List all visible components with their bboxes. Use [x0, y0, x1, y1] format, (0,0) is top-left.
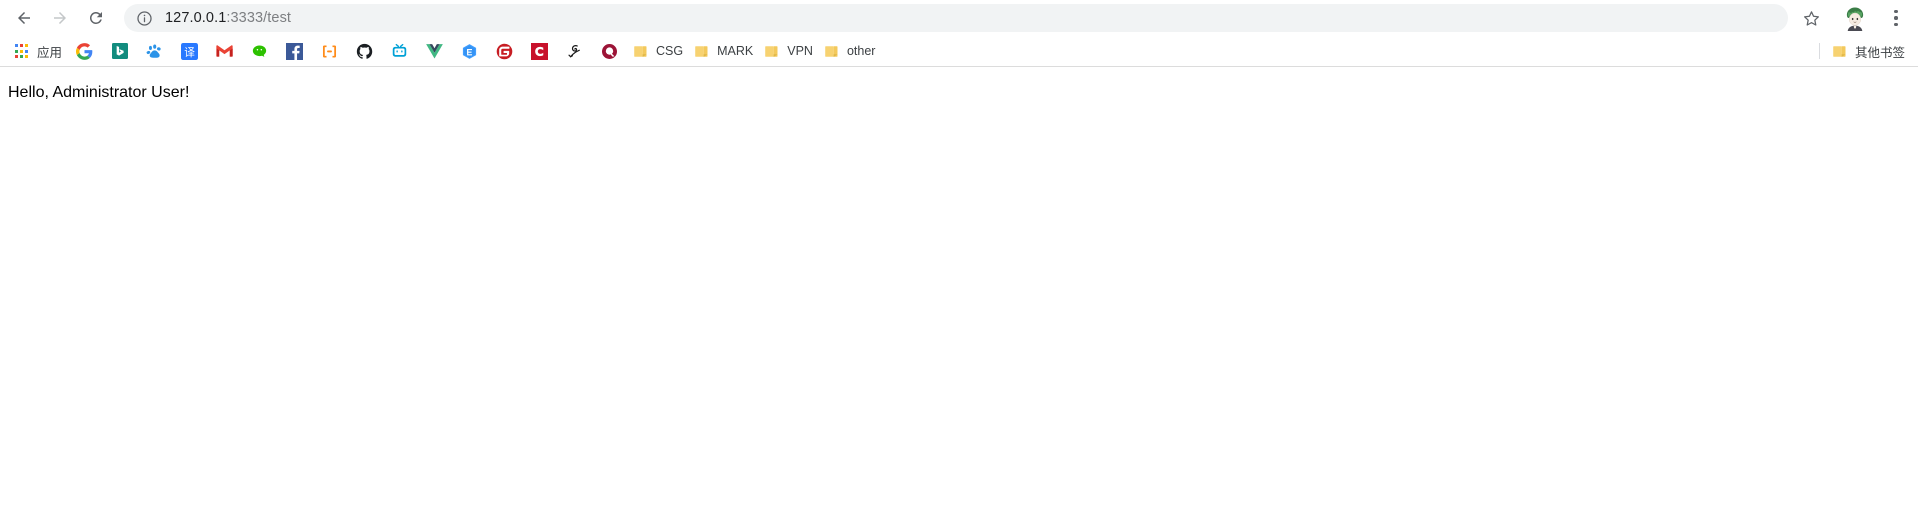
bookmark-label-apps: 应用: [37, 45, 63, 60]
svg-text:译: 译: [184, 45, 195, 58]
bookmark-folder-other[interactable]: other: [818, 39, 881, 63]
menu-dot: [1894, 16, 1898, 20]
bookmark-item-qq[interactable]: [592, 39, 627, 63]
bookmark-item-baidu[interactable]: [137, 39, 172, 63]
bookmark-item-apps[interactable]: 应用: [8, 39, 67, 63]
bookmark-item-translate[interactable]: 译: [172, 39, 207, 63]
bookmark-item-vue[interactable]: [417, 39, 452, 63]
forward-button[interactable]: [42, 3, 78, 33]
other-bookmarks-label: 其他书签: [1854, 45, 1905, 60]
gitee-icon: [496, 43, 513, 60]
gmail-icon: [216, 43, 233, 60]
bookmark-item-gitee[interactable]: [487, 39, 522, 63]
leetcode-icon: [321, 43, 338, 60]
browser-toolbar: 127.0.0.1:3333/test: [0, 0, 1918, 36]
bilibili-icon: [391, 43, 408, 60]
url-path: :3333/test: [226, 10, 292, 26]
bookmark-folder-label-mark: MARK: [717, 44, 754, 58]
google-icon: [76, 42, 93, 60]
back-arrow-icon: [18, 12, 30, 24]
bookmark-item-gmail[interactable]: [207, 39, 242, 63]
bookmark-item-google[interactable]: [67, 39, 102, 63]
bookmarks-separator: [1818, 43, 1820, 59]
bookmark-item-hook[interactable]: [557, 39, 592, 63]
star-icon: [1803, 10, 1819, 26]
element-ui-icon: [461, 43, 478, 60]
menu-dot: [1894, 22, 1898, 27]
bookmark-item-github[interactable]: [347, 39, 382, 63]
menu-dot: [1894, 9, 1898, 14]
translate-icon: 译: [181, 42, 199, 60]
folder-icon: [763, 43, 780, 60]
bookmark-folder-label-csg: CSG: [656, 44, 684, 58]
qq-icon: [601, 43, 618, 60]
browser-menu-button[interactable]: [1884, 3, 1908, 33]
apps-grid-icon: [13, 43, 30, 60]
bookmark-folder-csg[interactable]: CSG: [627, 39, 688, 63]
back-button[interactable]: [6, 3, 42, 33]
bookmark-folder-label-vpn: VPN: [787, 44, 813, 58]
wechat-icon: [251, 43, 268, 60]
github-icon: [356, 43, 373, 60]
url-host: 127.0.0.1: [165, 10, 227, 26]
hook-icon: [566, 43, 583, 60]
folder-icon: [823, 43, 840, 60]
bookmark-item-wechat[interactable]: [242, 39, 277, 63]
page-greeting-text: Hello, Administrator User!: [8, 84, 190, 101]
profile-avatar-button[interactable]: [1840, 3, 1870, 33]
reload-button[interactable]: [78, 3, 114, 33]
vue-icon: [426, 43, 443, 60]
bookmark-item-bing[interactable]: [102, 39, 137, 63]
bookmark-item-element-ui[interactable]: [452, 39, 487, 63]
forward-arrow-icon: [54, 12, 66, 24]
baidu-icon: [146, 43, 163, 60]
bookmark-item-bilibili[interactable]: [382, 39, 417, 63]
address-bar[interactable]: 127.0.0.1:3333/test: [124, 4, 1788, 32]
reload-icon: [89, 11, 102, 24]
csdn-icon: [531, 42, 549, 60]
bookmark-item-leetcode[interactable]: [312, 39, 347, 63]
bookmarks-bar: 应用 译 CSG MARK VPN other 其他书签: [0, 36, 1918, 66]
info-circle-icon[interactable]: [136, 10, 153, 27]
bookmark-item-csdn[interactable]: [522, 39, 557, 63]
bookmark-folder-mark[interactable]: MARK: [688, 39, 758, 63]
bookmark-star-button[interactable]: [1796, 3, 1826, 33]
bookmark-item-facebook[interactable]: [277, 39, 312, 63]
folder-icon: [693, 43, 710, 60]
page-content: Hello, Administrator User!: [0, 67, 1918, 532]
url-text: 127.0.0.1:3333/test: [165, 10, 291, 26]
folder-icon: [632, 43, 649, 60]
bookmark-folder-label-other: other: [846, 44, 876, 58]
bookmark-folder-vpn[interactable]: VPN: [758, 39, 818, 63]
facebook-icon: [286, 42, 304, 60]
bookmark-folder-other-bookmarks[interactable]: 其他书签: [1826, 39, 1910, 63]
avatar-icon: [1846, 7, 1864, 31]
bing-icon: [111, 43, 128, 60]
folder-icon: [1831, 43, 1848, 60]
